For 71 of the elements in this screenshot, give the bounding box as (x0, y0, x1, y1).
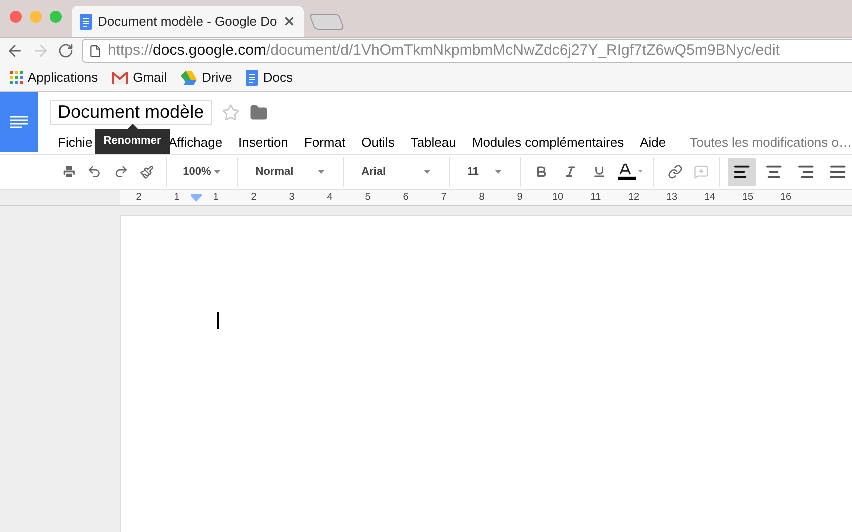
ruler-number: 15 (741, 191, 755, 205)
ruler-number: 1 (212, 191, 220, 205)
close-icon[interactable] (283, 15, 296, 28)
indent-marker-icon[interactable] (191, 194, 202, 202)
link-icon[interactable] (668, 163, 682, 181)
ruler-number: 7 (440, 191, 448, 205)
folder-icon[interactable] (250, 104, 268, 122)
ruler-number: 2 (135, 191, 143, 205)
menu-item[interactable]: Insertion (230, 131, 296, 154)
text-cursor (217, 312, 219, 329)
bookmark-link[interactable]: Docs (246, 68, 294, 88)
menu-item[interactable]: Outils (354, 131, 403, 154)
tab-title: Document modèle - Google Do (98, 12, 278, 31)
font-size-dropdown[interactable]: 11 (457, 164, 512, 180)
reload-icon[interactable] (58, 43, 74, 59)
align-left-icon (733, 163, 752, 181)
back-icon[interactable] (6, 42, 24, 60)
caret-icon (318, 170, 325, 174)
tooltip-pointer-icon (128, 124, 138, 129)
docs-home-button[interactable] (0, 92, 38, 152)
apps-grid-icon (10, 71, 23, 84)
ruler-number: 6 (402, 191, 410, 205)
align-right-icon (797, 163, 816, 181)
ruler-number: 11 (590, 191, 602, 205)
menu-item[interactable]: Modules complémentaires (464, 131, 632, 154)
ruler-number: 9 (516, 191, 524, 205)
rename-tooltip: Renommer (95, 129, 170, 154)
ruler-number: 4 (326, 191, 334, 205)
ruler-number: 14 (703, 191, 717, 205)
style-dropdown[interactable]: Normal (246, 164, 335, 180)
triangle-logo-icon (181, 70, 198, 84)
zoom-dropdown[interactable]: 100% (175, 164, 229, 180)
caret-icon (494, 170, 502, 174)
star-icon[interactable] (222, 104, 240, 122)
save-status[interactable]: Toutes les modifications o… (690, 133, 852, 152)
envelope-m-icon (112, 72, 128, 84)
text-color-icon[interactable] (618, 162, 643, 182)
document-icon (80, 14, 92, 30)
font-dropdown[interactable]: Arial (352, 164, 441, 180)
ruler-number: 12 (627, 191, 641, 205)
ruler-number: 13 (665, 191, 679, 205)
menu-item[interactable]: Format (296, 131, 354, 154)
ruler-number: 10 (551, 191, 565, 205)
align-center-icon (765, 163, 784, 181)
ruler-number: 16 (779, 191, 793, 205)
caret-icon (214, 170, 221, 174)
justify-icon (829, 163, 848, 181)
document-icon (246, 70, 258, 86)
paint-format-icon[interactable] (140, 164, 154, 180)
bookmark-link[interactable]: Drive (181, 68, 232, 88)
url-text: https://docs.google.com/document/d/1VhOmTkmNkpmbmMcNwZdc6j27Y_RIgf7tZ6wQ5m9BNyc/edit (108, 40, 780, 61)
menu-item[interactable]: Aide (632, 131, 674, 154)
italic-icon[interactable] (564, 164, 578, 180)
address-field[interactable]: https://docs.google.com/document/d/1VhOmTkmNkpmbmMcNwZdc6j27Y_RIgf7tZ6wQ5m9BNyc/edit (82, 39, 852, 63)
ruler-number: 2 (250, 191, 258, 205)
document-title-field[interactable]: Document modèle (50, 100, 212, 125)
bold-icon[interactable] (534, 164, 548, 180)
ruler-number: 1 (173, 191, 181, 205)
caret-icon (424, 170, 431, 174)
bookmark-link[interactable]: Applications (10, 68, 98, 88)
ruler-number: 5 (364, 191, 372, 205)
page-icon (89, 44, 102, 58)
bookmark-link[interactable]: Gmail (112, 68, 168, 88)
menu-item[interactable]: Tableau (402, 131, 464, 154)
underline-icon[interactable] (593, 164, 606, 180)
ruler-number: 8 (478, 191, 486, 205)
ruler-number: 3 (288, 191, 296, 205)
align-button[interactable] (728, 158, 756, 186)
menu-icon (10, 116, 28, 128)
browser-tab[interactable]: Document modèle - Google Do (72, 6, 304, 37)
menu-item[interactable]: Fichie (50, 131, 93, 154)
